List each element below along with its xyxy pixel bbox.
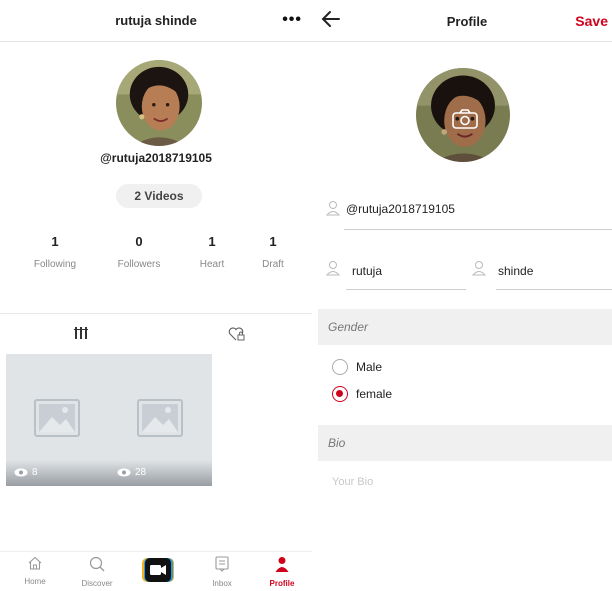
bio-input[interactable]: Your Bio: [332, 476, 373, 488]
person-icon: [326, 261, 340, 276]
nav-record[interactable]: [133, 558, 183, 587]
nav-label: Inbox: [212, 579, 232, 588]
username-value: @rutuja2018719105: [346, 202, 455, 216]
person-icon: [472, 261, 486, 276]
nav-label: Home: [24, 577, 46, 586]
last-name-field[interactable]: shinde: [472, 260, 612, 290]
view-count-value: 8: [32, 467, 38, 478]
profile-header: rutuja shinde •••: [0, 0, 312, 42]
gender-section-header: Gender: [318, 309, 612, 345]
image-placeholder-icon: [137, 399, 183, 437]
stat-label: Heart: [199, 259, 225, 270]
stat-label: Followers: [117, 259, 161, 270]
bottom-navigation: Home Discover Inbox Profile: [0, 551, 312, 591]
stat-value: 1: [208, 234, 216, 249]
home-icon: [28, 556, 42, 570]
gender-header-label: Gender: [328, 320, 369, 334]
radio-label: Male: [356, 360, 383, 374]
video-thumbnail[interactable]: 8: [6, 354, 109, 486]
edit-profile-screen: Profile Save @rutuja2018719105 rutuja sh…: [312, 0, 612, 591]
inbox-icon: [215, 556, 229, 572]
nav-home[interactable]: Home: [10, 556, 60, 586]
nav-discover[interactable]: Discover: [72, 556, 122, 588]
last-name-value: shinde: [498, 264, 534, 278]
stat-heart[interactable]: 1 Heart: [177, 234, 247, 270]
radio-button-selected[interactable]: [332, 386, 348, 402]
gender-option-female[interactable]: female: [332, 386, 392, 402]
page-title: Profile: [446, 14, 488, 29]
search-icon: [89, 556, 105, 572]
liked-heart-lock-icon[interactable]: [228, 326, 246, 347]
field-underline: [496, 289, 612, 290]
gender-option-male[interactable]: Male: [332, 359, 382, 375]
profile-stats: 1 Following 0 Followers 1 Heart 1 Draft: [0, 234, 312, 278]
image-placeholder-icon: [34, 399, 80, 437]
nav-profile[interactable]: Profile: [257, 556, 307, 588]
content-tabs: [0, 313, 312, 353]
eye-icon: [14, 468, 28, 477]
more-options-icon[interactable]: •••: [282, 11, 302, 29]
profile-icon: [275, 557, 289, 572]
bio-section-header: Bio: [318, 425, 612, 461]
stat-draft[interactable]: 1 Draft: [238, 234, 308, 270]
edit-profile-header: Profile Save: [312, 0, 612, 42]
avatar[interactable]: [116, 60, 202, 146]
radio-button[interactable]: [332, 359, 348, 375]
stat-label: Draft: [262, 259, 284, 270]
profile-name-title: rutuja shinde: [115, 13, 197, 28]
profile-screen: rutuja shinde ••• @rutuja2018719105 2 Vi…: [0, 0, 312, 591]
view-count: 28: [117, 467, 146, 478]
stat-following[interactable]: 1 Following: [20, 234, 90, 270]
videos-count-badge: 2 Videos: [116, 184, 202, 208]
first-name-value: rutuja: [352, 264, 383, 278]
video-camera-icon: [142, 558, 174, 582]
first-name-field[interactable]: rutuja: [326, 260, 466, 290]
stat-label: Following: [33, 259, 77, 270]
stat-value: 1: [51, 234, 59, 249]
person-icon: [326, 201, 340, 216]
video-thumbnail[interactable]: 28: [109, 354, 212, 486]
stat-followers[interactable]: 0 Followers: [104, 234, 174, 270]
radio-label: female: [356, 387, 393, 401]
view-count-value: 28: [135, 467, 147, 478]
username-field[interactable]: @rutuja2018719105: [326, 200, 612, 230]
save-button[interactable]: Save: [575, 13, 608, 29]
eye-icon: [117, 468, 131, 477]
nav-label: Profile: [269, 579, 295, 588]
nav-label: Discover: [81, 579, 113, 588]
nav-inbox[interactable]: Inbox: [197, 556, 247, 588]
stat-value: 0: [135, 234, 143, 249]
view-count: 8: [14, 467, 38, 478]
field-underline: [344, 229, 612, 230]
username: @rutuja2018719105: [100, 151, 212, 165]
video-grid: 8 28: [6, 354, 306, 486]
stat-value: 1: [269, 234, 277, 249]
grid-icon[interactable]: [74, 326, 88, 345]
field-underline: [346, 289, 466, 290]
bio-header-label: Bio: [328, 436, 346, 450]
camera-icon[interactable]: [452, 109, 478, 134]
